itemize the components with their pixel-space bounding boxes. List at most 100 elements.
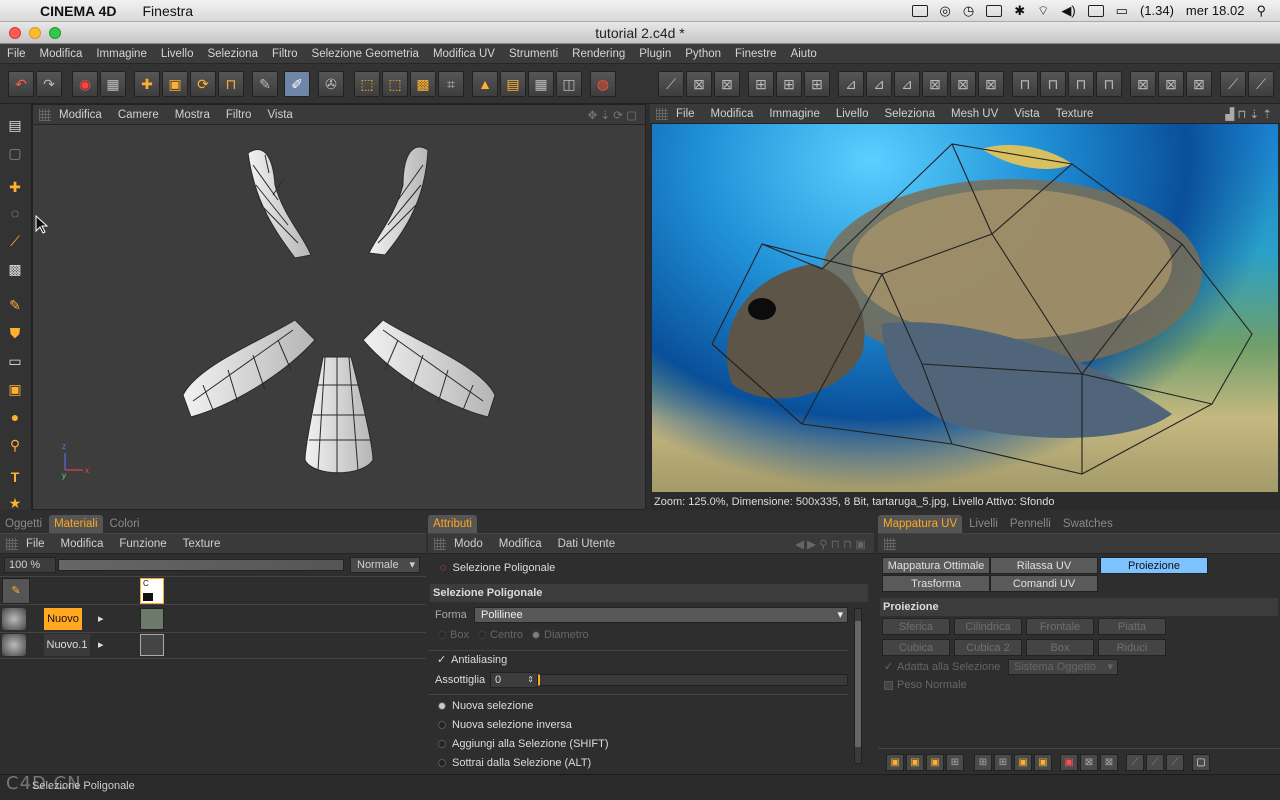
drop-icon[interactable]: ●	[3, 406, 27, 428]
sottrai-radio[interactable]	[438, 759, 446, 767]
uv-cmd-10-icon[interactable]: ⊠	[1080, 754, 1098, 771]
tab-oggetti[interactable]: Oggetti	[0, 515, 47, 533]
uv-cmd-12-icon[interactable]: ⟋	[1126, 754, 1144, 771]
volume-icon[interactable]: ◀)	[1061, 3, 1075, 19]
uv-cmd-11-icon[interactable]: ⊠	[1100, 754, 1118, 771]
attr-menu-modo[interactable]: Modo	[454, 538, 483, 550]
cilindrica-button[interactable]: Cilindrica	[954, 618, 1022, 635]
nuova-selezione-radio[interactable]	[438, 702, 446, 710]
peso-checkbox[interactable]	[884, 681, 893, 690]
riduci-button[interactable]: Riduci	[1098, 639, 1166, 656]
chevron-right-icon[interactable]: ▸	[98, 612, 104, 625]
redo-icon[interactable]: ↷	[36, 71, 62, 97]
attr-nav-icons[interactable]: ◀ ▶ ⚲ ⊓ ⊓ ▣	[795, 537, 866, 551]
viewport-menu-mostra[interactable]: Mostra	[175, 109, 210, 121]
uv-cmd-13-icon[interactable]: ⟋	[1146, 754, 1164, 771]
menu-filtro[interactable]: Filtro	[272, 48, 298, 60]
attributes-scrollbar[interactable]	[854, 608, 862, 764]
viewport-menu-modifica[interactable]: Modifica	[59, 109, 102, 121]
frontale-button[interactable]: Frontale	[1026, 618, 1094, 635]
uv-cmd-1-icon[interactable]: ▣	[886, 754, 904, 771]
attr-menu-modifica[interactable]: Modifica	[499, 538, 542, 550]
tex-menu-livello[interactable]: Livello	[836, 108, 869, 120]
star-tool-icon[interactable]: ★	[3, 492, 27, 514]
calendar-icon[interactable]	[1087, 4, 1104, 17]
tex-menu-immagine[interactable]: Immagine	[769, 108, 820, 120]
tex-menu-texture[interactable]: Texture	[1056, 108, 1094, 120]
menu-strumenti[interactable]: Strumenti	[509, 48, 558, 60]
adatta-checkbox[interactable]: ✓	[884, 660, 893, 673]
uv-tool-18-icon[interactable]: ⊠	[1158, 71, 1184, 97]
grip-icon[interactable]	[434, 537, 446, 550]
tex-menu-vista[interactable]: Vista	[1014, 108, 1039, 120]
mac-menu-finestra[interactable]: Finestra	[143, 3, 194, 19]
battery-icon[interactable]: ▭	[1116, 3, 1128, 19]
uv-tool-14-icon[interactable]: ⊓	[1040, 71, 1066, 97]
diametro-radio[interactable]	[532, 631, 540, 639]
menu-modifica[interactable]: Modifica	[40, 48, 83, 60]
uv-cmd-4-icon[interactable]: ⊞	[946, 754, 964, 771]
menu-file[interactable]: File	[7, 48, 26, 60]
undo-icon[interactable]: ↶	[8, 71, 34, 97]
menu-immagine[interactable]: Immagine	[96, 48, 147, 60]
layer-nuovo-1-thumbnail[interactable]	[140, 634, 164, 656]
uv-tool-4-icon[interactable]: ⊞	[748, 71, 774, 97]
axis-move-icon[interactable]: ✚	[3, 176, 27, 198]
cubica-button[interactable]: Cubica	[882, 639, 950, 656]
layer-nuovo-thumbnail[interactable]	[140, 608, 164, 630]
uv-cmd-15-icon[interactable]: ▢	[1192, 754, 1210, 771]
polygons-mode-icon[interactable]: ▩	[410, 71, 436, 97]
tex-view-icons[interactable]: ▟ ⊓ ⇣ ⇡	[1225, 107, 1272, 121]
layer-nuovo[interactable]: Nuovo	[44, 608, 82, 630]
close-window-icon[interactable]	[9, 27, 21, 39]
edges-mode-icon[interactable]: ⬚	[382, 71, 408, 97]
stamp-icon[interactable]: ⛊	[3, 322, 27, 344]
menu-selezione-geometria[interactable]: Selezione Geometria	[312, 48, 419, 60]
opacity-slider[interactable]	[58, 559, 344, 571]
rect-selection-icon[interactable]: ▦	[100, 71, 126, 97]
uv-tool-5-icon[interactable]: ⊞	[776, 71, 802, 97]
zoom-window-icon[interactable]	[49, 27, 61, 39]
eye-visibility-icon[interactable]	[2, 608, 26, 630]
uv-cmd-6-icon[interactable]: ⊞	[994, 754, 1012, 771]
uv-tool-9-icon[interactable]: ⊿	[894, 71, 920, 97]
spotlight-icon[interactable]: ⚲	[1256, 3, 1266, 19]
knife-icon[interactable]: ⟋	[3, 230, 27, 252]
mappatura-ottimale-button[interactable]: Mappatura Ottimale	[882, 557, 990, 574]
viewport-menu-camere[interactable]: Camere	[118, 109, 159, 121]
3d-paint-icon[interactable]: ✐	[284, 71, 310, 97]
layout-toggle-icon[interactable]: ▤	[3, 114, 27, 136]
move-icon[interactable]: ✚	[134, 71, 160, 97]
accessibility-icon[interactable]: ◎	[940, 3, 951, 19]
blend-mode-select[interactable]: Normale ▾	[350, 557, 420, 573]
box-button[interactable]: Box	[1026, 639, 1094, 656]
checker-icon[interactable]: ▩	[3, 258, 27, 280]
tab-pennelli[interactable]: Pennelli	[1005, 515, 1056, 533]
cubica-2-button[interactable]: Cubica 2	[954, 639, 1022, 656]
uv-tool-11-icon[interactable]: ⊠	[950, 71, 976, 97]
layout-icon[interactable]: ◫	[556, 71, 582, 97]
antialiasing-checkbox[interactable]: ✓	[437, 653, 446, 666]
clock[interactable]: mer 18.02	[1186, 3, 1245, 18]
nuova-selezione-inversa-radio[interactable]	[438, 721, 446, 729]
assottiglia-field[interactable]: 0 ⇕	[490, 672, 538, 688]
eye-visibility-icon[interactable]	[2, 634, 26, 656]
uv-cmd-7-icon[interactable]: ▣	[1014, 754, 1032, 771]
uv-tool-10-icon[interactable]: ⊠	[922, 71, 948, 97]
tab-attributi[interactable]: Attributi	[428, 515, 477, 533]
mat-menu-modifica[interactable]: Modifica	[61, 538, 104, 550]
tex-menu-seleziona[interactable]: Seleziona	[884, 108, 935, 120]
menu-seleziona[interactable]: Seleziona	[207, 48, 258, 60]
uv-tool-17-icon[interactable]: ⊠	[1130, 71, 1156, 97]
mat-menu-file[interactable]: File	[26, 538, 45, 550]
uv-tool-7-icon[interactable]: ⊿	[838, 71, 864, 97]
time-machine-icon[interactable]: ◷	[963, 3, 974, 19]
viewport-menu-vista[interactable]: Vista	[267, 109, 292, 121]
app-name[interactable]: CINEMA 4D	[40, 3, 117, 19]
uv-tool-3-icon[interactable]: ⊠	[714, 71, 740, 97]
minimize-window-icon[interactable]	[29, 27, 41, 39]
mat-menu-funzione[interactable]: Funzione	[119, 538, 166, 550]
opacity-field[interactable]: 100 %	[4, 557, 56, 573]
uv-polygons-icon[interactable]: ▲	[472, 71, 498, 97]
menu-aiuto[interactable]: Aiuto	[791, 48, 817, 60]
